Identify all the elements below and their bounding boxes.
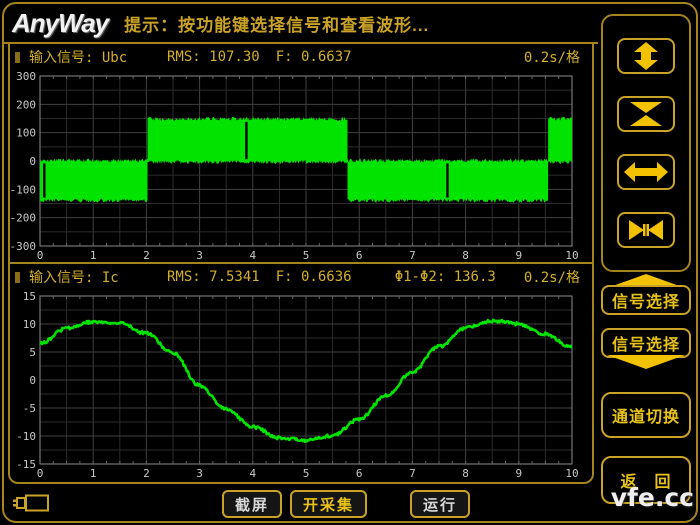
svg-text:5: 5 <box>29 346 36 359</box>
svg-text:-5: -5 <box>23 402 36 415</box>
expand-horizontal-button[interactable] <box>617 154 675 190</box>
channel-switch-label: 通道切换 <box>612 403 680 427</box>
svg-text:7: 7 <box>409 467 416 480</box>
expand-vertical-button[interactable] <box>617 38 675 74</box>
ic-waveform-chart: -15 -10 -5 0 5 10 15 0 1 2 3 4 5 6 7 8 9 10 <box>10 290 592 480</box>
svg-text:15: 15 <box>23 290 36 303</box>
svg-text:-15: -15 <box>16 458 36 471</box>
channel1-freq-value: F: 0.6637 <box>276 49 352 65</box>
svg-text:2: 2 <box>143 249 150 262</box>
analyzer-screen: AnyWay 提示：按功能键选择信号和查看波形... 输入信号: Ubc RMS… <box>0 0 700 525</box>
svg-text:3: 3 <box>196 467 203 480</box>
svg-text:10: 10 <box>23 318 36 331</box>
svg-text:0: 0 <box>37 249 44 262</box>
svg-text:4: 4 <box>249 467 256 480</box>
svg-text:5: 5 <box>303 249 310 262</box>
scale-button-group <box>601 14 691 272</box>
svg-text:5: 5 <box>303 467 310 480</box>
svg-text:0: 0 <box>29 374 36 387</box>
svg-text:0: 0 <box>29 155 36 168</box>
channel2-timebase: 0.2s/格 <box>524 267 580 287</box>
compress-horizontal-button[interactable] <box>617 212 675 248</box>
expand-vertical-icon <box>624 42 668 70</box>
svg-text:7: 7 <box>409 249 416 262</box>
svg-text:200: 200 <box>16 98 36 111</box>
svg-text:-300: -300 <box>10 240 36 253</box>
svg-text:-10: -10 <box>16 430 36 443</box>
signal-select-up-label: 信号选择 <box>612 288 680 312</box>
acquire-button[interactable]: 开采集 <box>290 490 367 518</box>
chann2-freq-value: F: 0.6636 <box>276 269 352 285</box>
triangle-down-icon <box>607 355 685 369</box>
svg-text:1: 1 <box>90 467 97 480</box>
status-hint: 提示：按功能键选择信号和查看波形... <box>124 11 429 36</box>
svg-text:8: 8 <box>462 249 469 262</box>
brand-logo: AnyWay <box>12 8 108 39</box>
run-button[interactable]: 运行 <box>410 490 470 518</box>
svg-text:100: 100 <box>16 127 36 140</box>
svg-text:3: 3 <box>196 249 203 262</box>
signal-select-up-button[interactable]: 信号选择 <box>601 274 691 315</box>
channel2-header: 输入信号: Ic RMS: 7.5341 F: 0.6636 Φ1-Φ2: 13… <box>10 264 592 290</box>
compress-vertical-icon <box>624 100 668 128</box>
ubc-waveform-chart: -300 -200 -100 0 100 200 300 0 1 2 3 4 5 6 7 8 9 10 <box>10 70 592 262</box>
vfe-watermark: vfe.cc <box>611 483 694 512</box>
svg-text:-100: -100 <box>10 183 36 196</box>
channel-marker-icon <box>15 272 20 283</box>
signal-select-down-button[interactable]: 信号选择 <box>601 328 691 369</box>
channel-switch-button[interactable]: 通道切换 <box>601 392 691 438</box>
svg-text:8: 8 <box>462 467 469 480</box>
svg-text:300: 300 <box>16 70 36 83</box>
battery-icon <box>12 492 52 514</box>
signal-select-down-label: 信号选择 <box>612 331 680 355</box>
screenshot-button[interactable]: 截屏 <box>222 490 282 518</box>
svg-text:2: 2 <box>143 467 150 480</box>
svg-text:6: 6 <box>356 249 363 262</box>
svg-text:4: 4 <box>249 249 256 262</box>
channel2-rms-value: RMS: 7.5341 <box>167 269 260 285</box>
channel2-signal-name: 输入信号: Ic <box>29 267 167 287</box>
expand-horizontal-icon <box>624 160 668 184</box>
channel1-rms-value: RMS: 107.30 <box>167 49 260 65</box>
titlebar: AnyWay 提示：按功能键选择信号和查看波形... <box>12 5 429 41</box>
waveform-area: 输入信号: Ubc RMS: 107.30 F: 0.6637 0.2s/格 -… <box>8 44 594 484</box>
channel2-phase-value: Φ1-Φ2: 136.3 <box>395 269 496 285</box>
compress-vertical-button[interactable] <box>617 96 675 132</box>
channel-marker-icon <box>15 52 20 63</box>
compress-horizontal-icon <box>624 218 668 242</box>
svg-text:0: 0 <box>37 467 44 480</box>
channel1-header: 输入信号: Ubc RMS: 107.30 F: 0.6637 0.2s/格 <box>10 44 592 70</box>
side-button-panel: 信号选择 信号选择 通道切换 返 回 <box>598 0 696 525</box>
channel1-timebase: 0.2s/格 <box>524 47 580 67</box>
svg-text:10: 10 <box>565 249 578 262</box>
svg-text:6: 6 <box>356 467 363 480</box>
svg-text:9: 9 <box>515 467 522 480</box>
channel1-signal-name: 输入信号: Ubc <box>29 47 167 67</box>
svg-text:-200: -200 <box>10 212 36 225</box>
svg-text:9: 9 <box>515 249 522 262</box>
svg-text:1: 1 <box>90 249 97 262</box>
svg-text:10: 10 <box>565 467 578 480</box>
